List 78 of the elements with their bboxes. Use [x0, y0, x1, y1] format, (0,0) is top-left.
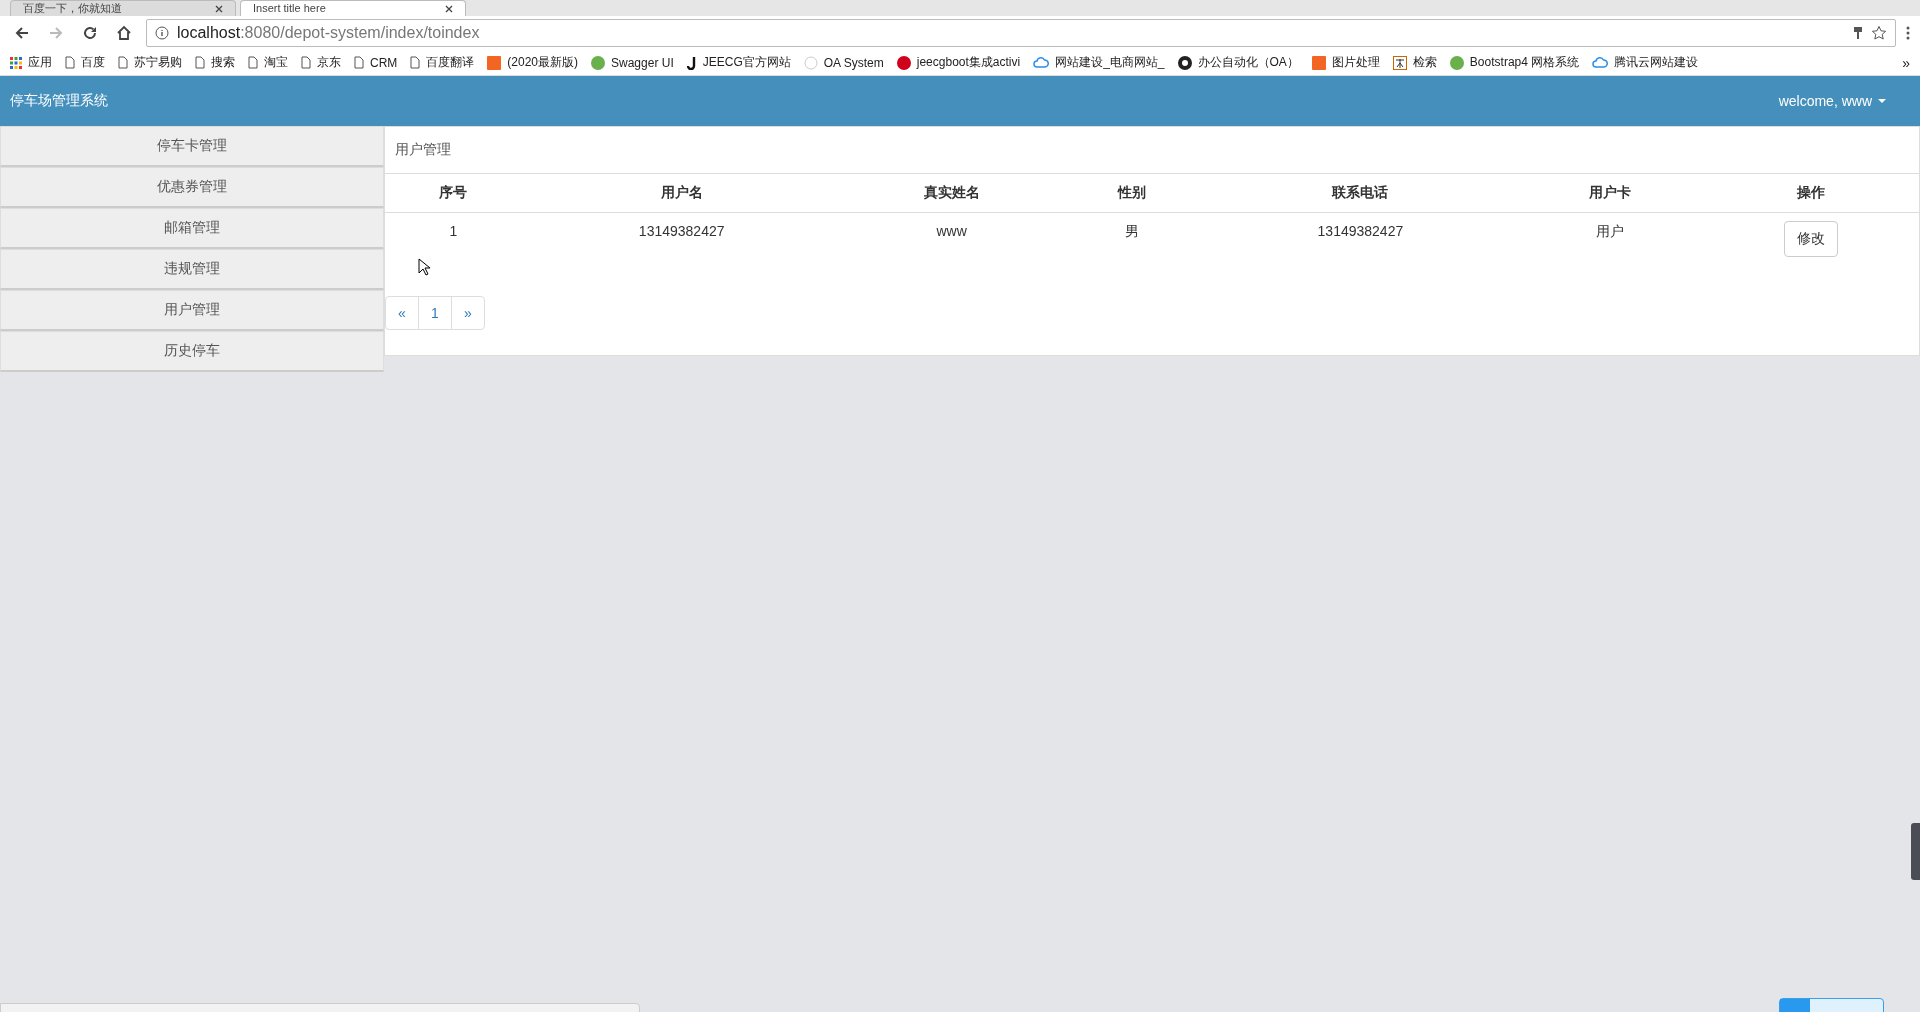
- home-icon[interactable]: [116, 25, 132, 41]
- cloud-icon: [1592, 57, 1609, 68]
- sidebar-item[interactable]: 邮箱管理: [0, 208, 384, 249]
- cloud-icon: [1033, 57, 1050, 68]
- page-icon: [410, 56, 421, 69]
- bookmark[interactable]: Bootstrap4 网格系统: [1449, 54, 1580, 71]
- address-bar[interactable]: localhost:8080/depot-system/index/toindex: [146, 19, 1896, 47]
- apps-grid-icon: [10, 56, 22, 69]
- reload-icon[interactable]: [82, 25, 98, 41]
- sidebar-item[interactable]: 用户管理: [0, 290, 384, 331]
- site-logo-icon: [487, 55, 502, 70]
- table-cell: 13149382427: [1317, 223, 1404, 239]
- user-menu[interactable]: welcome, www: [1778, 93, 1886, 109]
- page-icon: [248, 56, 258, 69]
- sidebar-item[interactable]: 停车卡管理: [0, 126, 384, 167]
- page-icon: [195, 56, 205, 69]
- bookmark[interactable]: 百度翻译: [410, 54, 475, 71]
- letter-logo-icon: [686, 55, 697, 70]
- table-cell: 男: [1125, 223, 1140, 239]
- menu-icon[interactable]: [1906, 25, 1910, 41]
- bookmark[interactable]: 淘宝: [248, 54, 288, 71]
- level-meter-drawing: [1911, 823, 1920, 880]
- browser-tab[interactable]: Insert title here: [240, 0, 466, 16]
- table-cell: 用户: [1596, 223, 1625, 239]
- page-icon: [301, 56, 311, 69]
- site-logo-icon: [896, 55, 911, 70]
- bookmark[interactable]: 图片处理: [1311, 54, 1380, 71]
- close-icon[interactable]: [215, 4, 223, 13]
- bookmark[interactable]: (2020最新版): [487, 54, 578, 71]
- star-icon[interactable]: [1871, 25, 1887, 41]
- back-arrow-icon[interactable]: [14, 25, 30, 41]
- column-header: 真实姓名: [841, 174, 1062, 213]
- panel-title: 用户管理: [385, 127, 1919, 174]
- more-bookmarks-button[interactable]: »: [1902, 54, 1910, 71]
- site-logo-icon: [1449, 55, 1464, 70]
- bookmark[interactable]: jeecgboot集成activi: [896, 54, 1021, 71]
- column-header: 用户名: [521, 174, 842, 213]
- bookmark[interactable]: 腾讯云网站建设: [1592, 54, 1699, 71]
- page-icon: [65, 56, 75, 69]
- page-link[interactable]: »: [451, 296, 485, 330]
- globe-icon: [803, 55, 818, 70]
- table-cell: 13149382427: [638, 223, 725, 239]
- app-title[interactable]: 停车场管理系统: [10, 92, 108, 110]
- bookmark[interactable]: 京东: [301, 54, 341, 71]
- bookmark[interactable]: 搜索: [195, 54, 235, 71]
- bookmark[interactable]: JEECG官方网站: [686, 54, 791, 71]
- bookmark[interactable]: 百度: [65, 54, 105, 71]
- logo-icon: [1392, 55, 1407, 70]
- bookmark[interactable]: 办公自动化（OA）: [1177, 54, 1299, 71]
- table-cell: 1: [449, 223, 458, 239]
- bookmark[interactable]: 检索: [1392, 54, 1437, 71]
- column-header: 序号: [385, 174, 522, 213]
- column-header: 联系电话: [1202, 174, 1519, 213]
- site-logo-icon: [591, 55, 605, 70]
- mouse-cursor-icon: [418, 258, 430, 276]
- bookmark[interactable]: 应用: [10, 54, 52, 71]
- page-link[interactable]: 1: [418, 296, 452, 330]
- column-header: 性别: [1061, 174, 1203, 213]
- bookmark[interactable]: Swagger UI: [591, 55, 674, 70]
- site-logo-icon: [1311, 55, 1326, 70]
- page-link[interactable]: «: [385, 296, 419, 330]
- page-icon: [118, 56, 128, 69]
- info-icon: [155, 26, 169, 40]
- sidebar-item[interactable]: 历史停车: [0, 331, 384, 372]
- sidebar-item[interactable]: 优惠券管理: [0, 167, 384, 208]
- column-header: 用户卡: [1518, 174, 1703, 213]
- table-cell: www: [936, 223, 967, 239]
- bookmark[interactable]: 网站建设_电商网站_: [1033, 54, 1165, 71]
- close-icon[interactable]: [445, 4, 453, 13]
- browser-tab[interactable]: 百度一下，你就知道: [10, 0, 236, 16]
- bookmark[interactable]: OA System: [803, 55, 884, 70]
- bookmark[interactable]: CRM: [354, 55, 398, 70]
- page-icon: [354, 56, 364, 69]
- caret-icon: [1878, 99, 1886, 103]
- column-header: 操作: [1702, 174, 1919, 213]
- bookmark[interactable]: 苏宁易购: [118, 54, 182, 71]
- edit-button[interactable]: 修改: [1783, 221, 1838, 257]
- sidebar-item[interactable]: 违规管理: [0, 249, 384, 290]
